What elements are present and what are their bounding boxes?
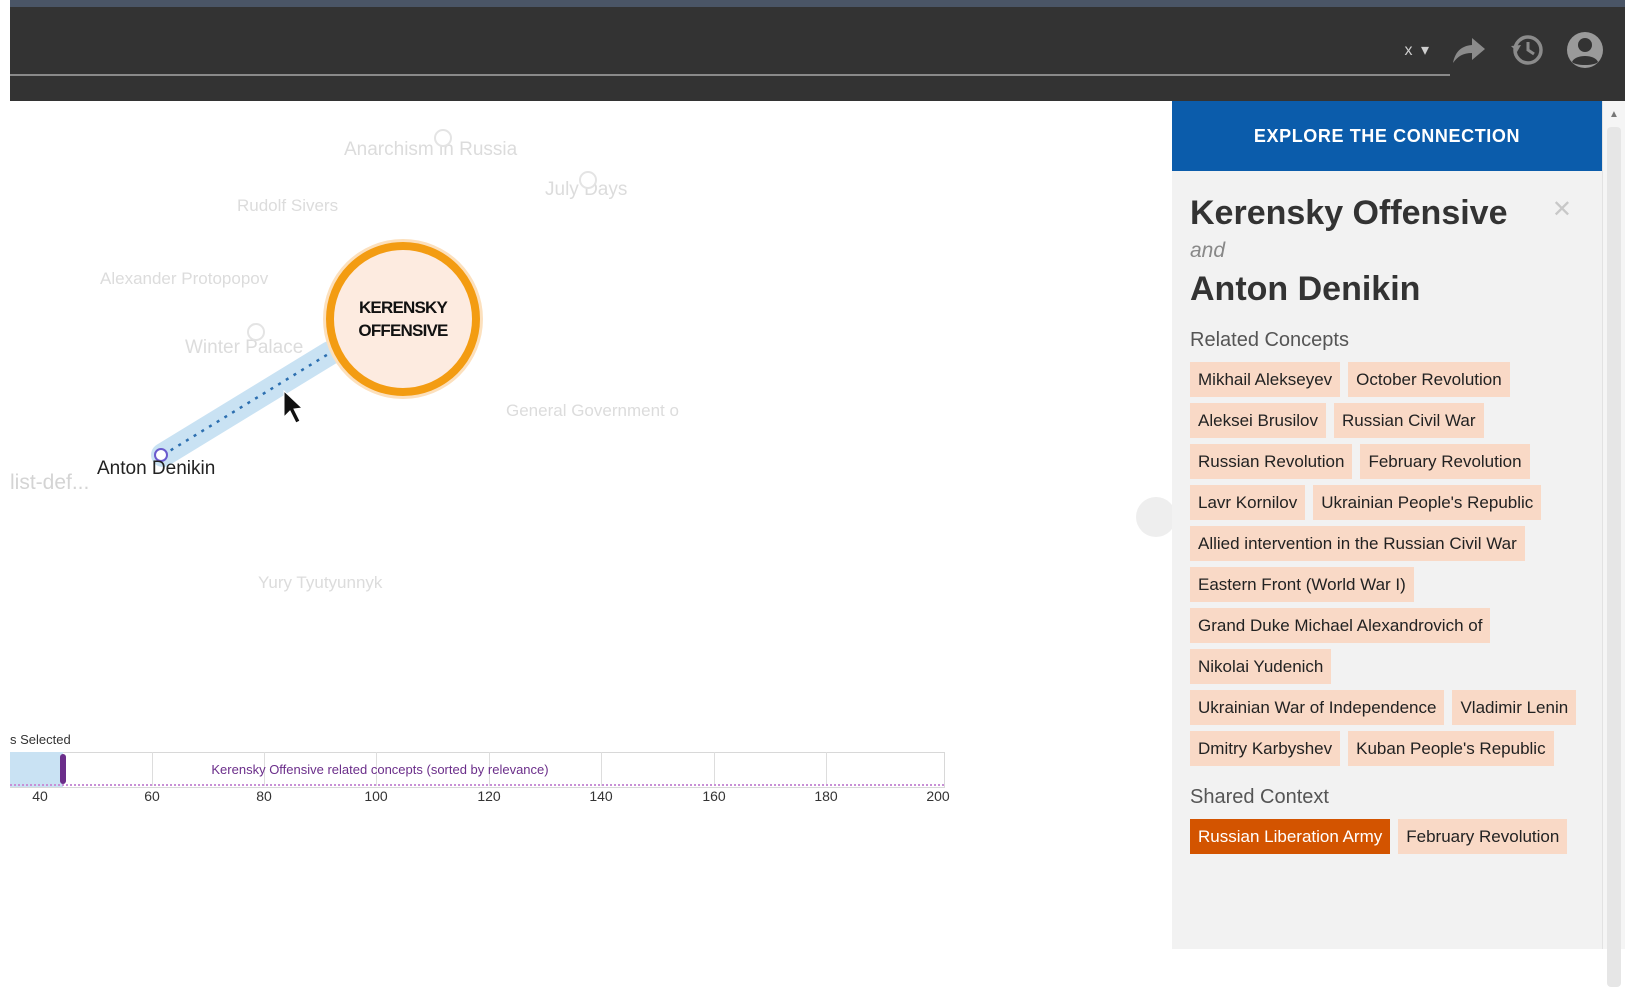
axis-tick-label: 200 — [926, 788, 950, 804]
concept-tag[interactable]: Lavr Kornilov — [1190, 485, 1306, 520]
concept-tag[interactable]: Dmitry Karbyshev — [1190, 731, 1341, 766]
axis-dotted-baseline — [10, 784, 944, 786]
concept-graph[interactable]: Anarchism in Russia July Days Rudolf Siv… — [0, 101, 1176, 949]
axis-gridline — [826, 752, 827, 786]
shared-context-tag-active[interactable]: Russian Liberation Army — [1190, 819, 1391, 854]
axis-tick-label: 80 — [256, 788, 272, 804]
main-node-label: KERENSKY OFFENSIVE — [348, 296, 458, 342]
share-arrow-icon[interactable] — [1449, 30, 1489, 70]
close-icon[interactable]: ✕ — [1552, 195, 1572, 224]
faded-node-label[interactable]: Yury Tyutyunnyk — [258, 573, 382, 593]
axis-tick-label: 160 — [702, 788, 726, 804]
concept-b-title: Anton Denikin — [1190, 270, 1421, 308]
concept-tag[interactable]: October Revolution — [1348, 362, 1510, 397]
concept-tag[interactable]: Vladimir Lenin — [1452, 690, 1577, 725]
main-node-line-1: KERENSKY — [358, 298, 448, 317]
faded-node-dot[interactable] — [579, 171, 597, 189]
concept-tag[interactable]: Russian Revolution — [1190, 444, 1353, 479]
concept-tag[interactable]: Ukrainian War of Independence — [1190, 690, 1445, 725]
search-underline[interactable] — [10, 74, 1450, 76]
panel-header[interactable]: EXPLORE THE CONNECTION — [1172, 101, 1602, 171]
toolbar-accent-line — [10, 0, 1625, 7]
faded-node-label[interactable]: General Government o — [506, 401, 679, 421]
shared-context-heading: Shared Context — [1190, 786, 1329, 808]
axis-tick-label: 40 — [32, 788, 48, 804]
user-icon[interactable] — [1565, 30, 1605, 70]
concept-tag[interactable]: Ukrainian People's Republic — [1313, 485, 1542, 520]
explore-panel: EXPLORE THE CONNECTION ✕ Kerensky Offens… — [1172, 101, 1602, 949]
scrollbar-thumb[interactable] — [1607, 127, 1621, 987]
scroll-up-icon[interactable]: ▲ — [1609, 109, 1619, 120]
panel-body: ✕ Kerensky Offensive and Anton Denikin R… — [1172, 171, 1602, 854]
axis-tick-label: 180 — [814, 788, 838, 804]
related-concepts-heading: Related Concepts — [1190, 329, 1349, 351]
toolbar-dropdown[interactable]: x ▾ — [1405, 40, 1431, 60]
concept-tag[interactable]: Allied intervention in the Russian Civil… — [1190, 526, 1525, 561]
concept-tag[interactable]: Russian Civil War — [1334, 403, 1484, 438]
concept-tag[interactable]: Grand Duke Michael Alexandrovich of — [1190, 608, 1491, 643]
concept-tag[interactable]: Kuban People's Republic — [1348, 731, 1554, 766]
concept-tag[interactable]: Aleksei Brusilov — [1190, 403, 1326, 438]
concept-tag[interactable]: Mikhail Alekseyev — [1190, 362, 1341, 397]
related-concepts-list: Mikhail Alekseyev October Revolution Ale… — [1190, 362, 1584, 766]
concept-a-title: Kerensky Offensive — [1190, 194, 1508, 232]
axis-tick-label: 140 — [589, 788, 613, 804]
conjunction-label: and — [1190, 239, 1226, 262]
selected-node-label[interactable]: Anton Denikin — [97, 458, 215, 480]
panel-collapse-handle[interactable] — [1136, 497, 1176, 537]
concept-tag[interactable]: February Revolution — [1360, 444, 1530, 479]
main-node-line-2: OFFENSIVE — [358, 321, 448, 340]
axis-tick-label: 100 — [364, 788, 388, 804]
main-concept-node[interactable]: KERENSKY OFFENSIVE — [326, 242, 480, 396]
shared-context-tag[interactable]: February Revolution — [1398, 819, 1568, 854]
selected-count-label: s Selected — [10, 732, 71, 747]
top-toolbar: x ▾ — [10, 0, 1625, 101]
concept-tag[interactable]: Eastern Front (World War I) — [1190, 567, 1414, 602]
axis-caption: Kerensky Offensive related concepts (sor… — [211, 762, 549, 777]
concept-tag[interactable]: Nikolai Yudenich — [1190, 649, 1332, 684]
shared-context-list: Russian Liberation Army February Revolut… — [1190, 819, 1584, 854]
axis-tick-label: 60 — [144, 788, 160, 804]
history-icon[interactable] — [1507, 30, 1547, 70]
toolbar-controls: x ▾ — [1405, 30, 1605, 70]
axis-tick-label: 120 — [477, 788, 501, 804]
panel-scrollbar[interactable]: ▲ — [1602, 101, 1625, 987]
